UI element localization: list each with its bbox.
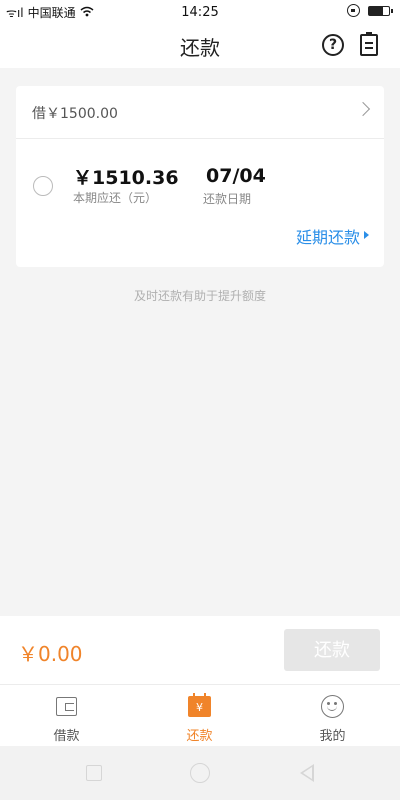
status-time: 14:25 bbox=[181, 5, 219, 20]
hint-text: 及时还款有助于提升额度 bbox=[133, 289, 266, 303]
calendar-yen-icon: ¥ bbox=[188, 693, 211, 717]
due-amount: ￥1510.36 bbox=[73, 167, 179, 189]
due-date: 07/04 bbox=[206, 165, 266, 187]
system-nav-bar bbox=[0, 746, 400, 800]
chevron-right-icon bbox=[355, 101, 371, 117]
extend-repayment-link[interactable]: 延期还款 bbox=[296, 224, 360, 248]
tab-repay-label: 还款 bbox=[186, 729, 213, 744]
back-icon[interactable] bbox=[300, 764, 314, 782]
battery-level bbox=[369, 6, 383, 15]
loan-amount-label: 借￥1500.00 bbox=[32, 106, 118, 122]
due-amount-caption: 本期应还（元） bbox=[73, 191, 158, 205]
wallet-icon bbox=[56, 697, 77, 716]
due-date-caption: 还款日期 bbox=[203, 192, 252, 206]
loan-row[interactable]: 借￥1500.00 bbox=[16, 86, 384, 139]
tab-repay[interactable]: ¥ 还款 bbox=[133, 685, 266, 747]
bill-card: 借￥1500.00 ￥1510.36 本期应还（元） 07/04 还款日期 延期… bbox=[16, 86, 384, 267]
checkout-bar: ￥0.00 还款 bbox=[0, 616, 400, 684]
tab-bar: 借款 ¥ 还款 我的 bbox=[0, 684, 400, 746]
notepad-icon[interactable] bbox=[360, 32, 378, 56]
recents-icon[interactable] bbox=[86, 765, 102, 781]
smile-icon bbox=[321, 695, 344, 718]
tab-mine-label: 我的 bbox=[319, 729, 346, 744]
question-circle-icon[interactable]: ? bbox=[322, 34, 344, 56]
status-bar: ᯤıl 中国联通 14:25 bbox=[0, 0, 400, 24]
status-right bbox=[347, 4, 393, 17]
triangle-right-icon bbox=[364, 231, 369, 239]
selected-total: ￥0.00 bbox=[18, 642, 83, 666]
nav-bar: 还款 ? bbox=[0, 24, 400, 68]
tab-borrow-label: 借款 bbox=[53, 729, 80, 744]
home-icon[interactable] bbox=[190, 763, 210, 783]
rotation-lock-icon bbox=[347, 4, 360, 17]
battery-icon bbox=[368, 5, 393, 16]
repay-button[interactable]: 还款 bbox=[284, 629, 380, 671]
tab-mine[interactable]: 我的 bbox=[266, 685, 399, 747]
tab-borrow[interactable]: 借款 bbox=[0, 685, 133, 747]
bill-select-radio[interactable] bbox=[33, 176, 53, 196]
